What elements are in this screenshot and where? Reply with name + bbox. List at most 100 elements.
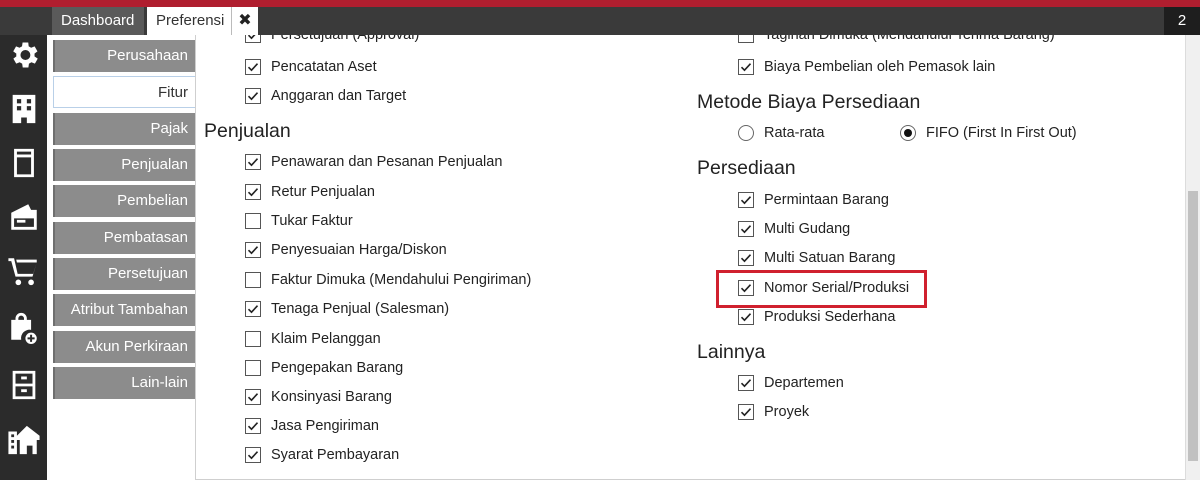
scrollbar-thumb[interactable] [1188,191,1198,461]
checkbox-row-penyesuaian-harga[interactable]: Penyesuaian Harga/Diskon [245,239,447,261]
checkbox-row-tenaga-penjual[interactable]: Tenaga Penjual (Salesman) [245,298,449,320]
checkbox-label: Retur Penjualan [271,184,375,200]
checkbox[interactable] [245,184,261,200]
checkbox-row-faktur-dimuka[interactable]: Faktur Dimuka (Mendahului Pengiriman) [245,269,531,291]
checkbox-label: Syarat Pembayaran [271,447,400,463]
checkmark-icon [740,379,752,388]
checkbox-row-permintaan-barang[interactable]: Permintaan Barang [738,189,889,211]
checkbox-row-syarat-pembayaran[interactable]: Syarat Pembayaran [245,444,399,466]
sidebar-item-persetujuan[interactable]: Persetujuan [53,258,195,290]
checkbox-label: Multi Gudang [764,221,851,237]
clipped-row-container-right: Tagihan Dimuka (Mendahului Terima Barang… [700,35,1180,48]
checkbox[interactable] [738,375,754,391]
checkbox-row-penawaran-pesanan[interactable]: Penawaran dan Pesanan Penjualan [245,151,502,173]
sidebar-item-atribut-tambahan[interactable]: Atribut Tambahan [53,294,195,326]
checkmark-icon [740,254,752,263]
book-icon[interactable] [0,143,47,183]
property-icon[interactable] [0,420,47,460]
tab-dashboard[interactable]: Dashboard [52,7,144,35]
icon-rail [0,35,47,480]
checkbox[interactable] [738,250,754,266]
checkbox[interactable] [245,213,261,229]
radio-label: Rata-rata [764,125,825,141]
checkbox[interactable] [738,309,754,325]
sidebar-item-lain-lain[interactable]: Lain-lain [53,367,195,399]
checkbox-label: Faktur Dimuka (Mendahului Pengiriman) [271,272,532,288]
sidebar-item-penjualan[interactable]: Penjualan [53,149,195,181]
checkbox-label: Biaya Pembelian oleh Pemasok lain [764,59,996,75]
checkbox-row-jasa-pengiriman[interactable]: Jasa Pengiriman [245,415,379,437]
checkmark-icon [247,393,259,402]
archive-icon[interactable] [0,365,47,405]
gear-icon[interactable] [0,35,47,75]
checkbox-row-multi-satuan[interactable]: Multi Satuan Barang [738,247,895,269]
checkbox[interactable] [738,59,754,75]
checkbox-row-pencatatan-aset[interactable]: Pencatatan Aset [245,56,377,78]
cart-icon[interactable] [0,251,47,291]
checkbox[interactable] [245,59,261,75]
checkmark-icon [247,92,259,101]
checkbox-row-departemen[interactable]: Departemen [738,372,844,394]
bag-add-icon[interactable] [0,307,47,347]
checkbox-label: Tagihan Dimuka (Mendahului Terima Barang… [764,35,1055,43]
checkbox-label: Tukar Faktur [271,213,353,229]
checkbox[interactable] [245,35,261,43]
checkbox-label: Klaim Pelanggan [271,331,381,347]
checkbox-row-pengepakan-barang[interactable]: Pengepakan Barang [245,357,403,379]
radio-button[interactable] [738,125,754,141]
sidebar-item-perusahaan[interactable]: Perusahaan [53,40,195,72]
open-tab-count[interactable]: 2 [1164,7,1200,35]
card-icon[interactable] [0,197,47,237]
checkmark-icon [247,188,259,197]
radio-row-fifo[interactable]: FIFO (First In First Out) [900,122,1077,144]
checkbox-row-anggaran-target[interactable]: Anggaran dan Target [245,85,406,107]
radio-dot [904,129,912,137]
checkbox-label: Pencatatan Aset [271,59,377,75]
checkbox-row-konsinyasi-barang[interactable]: Konsinyasi Barang [245,386,392,408]
tab-bar: Dashboard Preferensi ✖ 2 [0,7,1200,35]
checkmark-icon [247,305,259,314]
checkbox[interactable] [738,192,754,208]
sidebar-item-fitur[interactable]: Fitur [53,76,195,108]
checkbox[interactable] [738,35,754,43]
checkbox-row-tukar-faktur[interactable]: Tukar Faktur [245,210,353,232]
checkbox-label: Pengepakan Barang [271,360,404,376]
close-tab-icon[interactable]: ✖ [232,7,258,35]
checkbox-row-tagihan-dimuka[interactable]: Tagihan Dimuka (Mendahului Terima Barang… [738,35,1055,46]
vertical-scrollbar[interactable] [1185,35,1200,480]
checkbox[interactable] [245,272,261,288]
checkbox-row-retur-penjualan[interactable]: Retur Penjualan [245,181,375,203]
checkbox-row-produksi-sederhana[interactable]: Produksi Sederhana [738,306,895,328]
checkbox[interactable] [738,221,754,237]
checkbox[interactable] [245,242,261,258]
sidebar-item-pembelian[interactable]: Pembelian [53,185,195,217]
section-title-metode-biaya: Metode Biaya Persediaan [697,91,921,113]
checkbox-row-proyek[interactable]: Proyek [738,401,809,423]
checkbox[interactable] [245,447,261,463]
checkbox[interactable] [245,389,261,405]
checkbox-row-multi-gudang[interactable]: Multi Gudang [738,218,850,240]
checkbox-label: Departemen [764,375,844,391]
sidebar-item-akun-perkiraan[interactable]: Akun Perkiraan [53,331,195,363]
checkbox-row-biaya-pembelian-pemasok[interactable]: Biaya Pembelian oleh Pemasok lain [738,56,995,78]
checkbox-label: Tenaga Penjual (Salesman) [271,301,450,317]
checkbox[interactable] [738,404,754,420]
checkbox-row-klaim-pelanggan[interactable]: Klaim Pelanggan [245,328,381,350]
checkbox-row-persetujuan-approval[interactable]: Persetujuan (Approval) [245,35,419,46]
checkbox[interactable] [245,88,261,104]
clipped-row-container: Persetujuan (Approval) [196,35,696,48]
radio-button[interactable] [900,125,916,141]
checkbox[interactable] [245,360,261,376]
checkbox[interactable] [245,331,261,347]
checkbox[interactable] [245,154,261,170]
sidebar-item-pembatasan[interactable]: Pembatasan [53,222,195,254]
checkbox[interactable] [245,301,261,317]
checkmark-icon [247,422,259,431]
sidebar-item-pajak[interactable]: Pajak [53,113,195,145]
tab-preferensi[interactable]: Preferensi [147,7,232,35]
radio-row-rata-rata[interactable]: Rata-rata [738,122,824,144]
building-icon[interactable] [0,89,47,129]
checkbox-label: Konsinyasi Barang [271,389,392,405]
checkmark-icon [247,246,259,255]
checkbox[interactable] [245,418,261,434]
